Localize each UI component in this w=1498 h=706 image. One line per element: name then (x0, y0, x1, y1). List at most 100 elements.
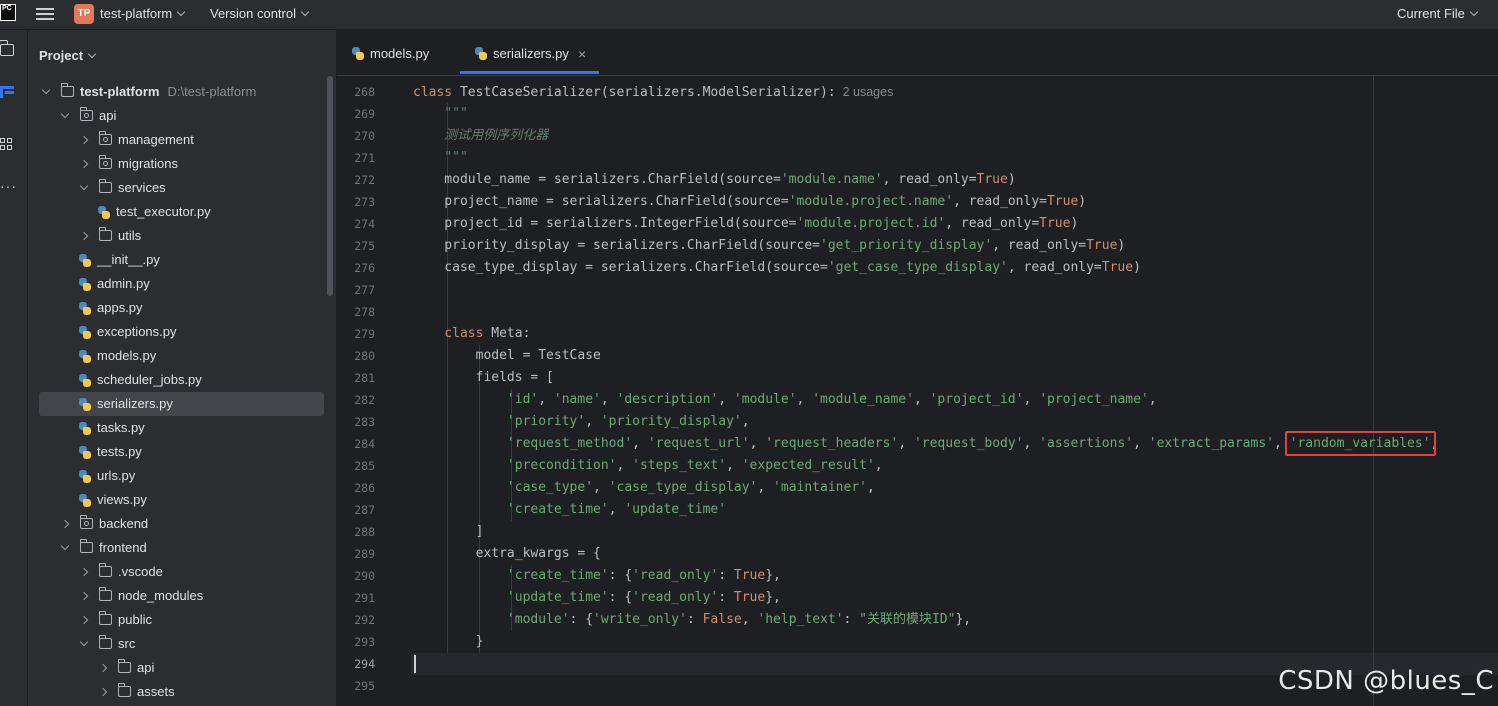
folder-icon (99, 227, 112, 241)
code-token: True (1046, 194, 1079, 209)
project-tree-scrollbar[interactable] (327, 76, 333, 296)
tree-item-label: urls.py (97, 468, 136, 483)
code-token: , (726, 458, 742, 473)
line-number-gutter[interactable]: 268 269 270 271 272 273 274 275 276 277 278 279 280 2… (337, 76, 411, 706)
folder-icon (61, 83, 74, 97)
ide-logo-text: PC (2, 5, 12, 12)
code-token: 'extract_params' (1148, 436, 1274, 451)
tree-item[interactable]: admin.py (28, 272, 328, 296)
more-tools-icon[interactable]: ··· (0, 178, 17, 194)
tree-item[interactable]: api (28, 104, 328, 128)
plugins-tool-icon[interactable] (0, 138, 14, 152)
chevron-right-icon[interactable] (79, 591, 89, 601)
project-badge[interactable]: TP (74, 4, 94, 24)
code-token: module_name = serializers.CharField(sour… (413, 172, 781, 187)
tree-item-label: tests.py (97, 444, 142, 459)
code-token: 'module' (733, 392, 797, 407)
code-token: , (874, 458, 883, 473)
code-token: 'case_type' (506, 480, 594, 495)
tree-item-label: assets (137, 684, 175, 699)
tree-item[interactable]: frontend (28, 536, 328, 560)
chevron-down-icon[interactable] (60, 109, 70, 119)
tree-item[interactable]: test_executor.py (28, 200, 328, 224)
code-token: case_type_display = serializers.CharFiel… (413, 260, 828, 275)
structure-tool-icon[interactable] (0, 84, 16, 100)
tree-item-label: views.py (97, 492, 147, 507)
tree-item[interactable]: __init__.py (28, 248, 328, 272)
tree-item[interactable]: services (28, 176, 328, 200)
code-line: """ (413, 147, 468, 169)
tree-item[interactable]: test-platform D:\test-platform (28, 80, 328, 104)
tree-item[interactable]: .vscode (28, 560, 328, 584)
code-token: ] (413, 524, 484, 539)
tree-item[interactable]: serializers.py (39, 392, 324, 416)
tree-item[interactable]: public (28, 608, 328, 632)
code-token: , (608, 502, 625, 517)
code-token: 'get_priority_display' (820, 238, 993, 253)
chevron-right-icon[interactable] (79, 615, 89, 625)
usages-hint[interactable]: 2 usages (836, 85, 894, 99)
python-file-icon (97, 206, 110, 219)
code-token: : (718, 568, 734, 583)
code-line: class Meta: (413, 323, 530, 345)
tab-models-py[interactable]: models.py (337, 30, 455, 74)
python-file-icon (78, 302, 91, 315)
chevron-right-icon[interactable] (79, 567, 89, 577)
line-number: 272 (354, 173, 375, 187)
code-token: 'expected_result' (741, 458, 875, 473)
line-number: 279 (354, 327, 375, 341)
python-file-icon (351, 47, 364, 60)
tree-item[interactable]: backend (28, 512, 328, 536)
tree-item[interactable]: tests.py (28, 440, 328, 464)
main-menu-icon[interactable] (36, 6, 54, 22)
tree-item-label: test_executor.py (116, 204, 211, 219)
code-token: Meta: (491, 326, 531, 341)
chevron-right-icon[interactable] (60, 519, 70, 529)
tree-item-label: public (118, 612, 152, 627)
chevron-down-icon[interactable] (60, 541, 70, 551)
tree-item[interactable]: node_modules (28, 584, 328, 608)
line-number: 280 (354, 349, 375, 363)
chevron-down-icon[interactable] (79, 637, 89, 647)
vcs-menu[interactable]: Version control (210, 6, 310, 21)
code-token: 'steps_text' (632, 458, 727, 473)
chevron-down-icon[interactable] (79, 181, 89, 191)
close-tab-icon[interactable]: × (578, 30, 586, 78)
code-line: 'update_time': {'read_only': True}, (413, 587, 781, 609)
code-token: 'module.project.id' (796, 216, 946, 231)
code-token: , (1148, 392, 1157, 407)
chevron-right-icon[interactable] (79, 159, 89, 169)
tree-item[interactable]: models.py (28, 344, 328, 368)
code-token: 'maintainer' (773, 480, 867, 495)
tree-item[interactable]: migrations (28, 152, 328, 176)
tree-item[interactable]: apps.py (28, 296, 328, 320)
tree-item[interactable]: tasks.py (28, 416, 328, 440)
code-line: priority_display = serializers.CharField… (413, 235, 1125, 257)
tree-item[interactable]: views.py (28, 488, 328, 512)
tree-item[interactable]: utils (28, 224, 328, 248)
tree-item[interactable]: scheduler_jobs.py (28, 368, 328, 392)
tree-item[interactable]: exceptions.py (28, 320, 328, 344)
code-token: }, (765, 590, 781, 605)
chevron-down-icon (1469, 7, 1479, 17)
chevron-right-icon[interactable] (98, 663, 108, 673)
tree-item[interactable]: assets (28, 680, 328, 704)
python-file-icon (78, 398, 91, 411)
chevron-right-icon[interactable] (98, 687, 108, 697)
chevron-down-icon[interactable] (41, 85, 51, 95)
project-panel-title[interactable]: Project (39, 48, 97, 63)
project-switcher[interactable]: test-platform (100, 6, 186, 21)
code-area[interactable]: class TestCaseSerializer(serializers.Mod… (413, 76, 1498, 706)
pycharm-logo-icon[interactable]: PC (0, 4, 16, 21)
chevron-right-icon[interactable] (79, 231, 89, 241)
tree-item[interactable]: src (28, 632, 328, 656)
tab-serializers-py[interactable]: serializers.py × (460, 30, 599, 74)
tree-item[interactable]: management (28, 128, 328, 152)
tree-item[interactable]: urls.py (28, 464, 328, 488)
project-tool-icon[interactable] (0, 40, 14, 56)
tree-item[interactable]: api (28, 656, 328, 680)
code-token: , (913, 392, 930, 407)
run-config-selector[interactable]: Current File (1397, 6, 1479, 21)
chevron-right-icon[interactable] (79, 135, 89, 145)
